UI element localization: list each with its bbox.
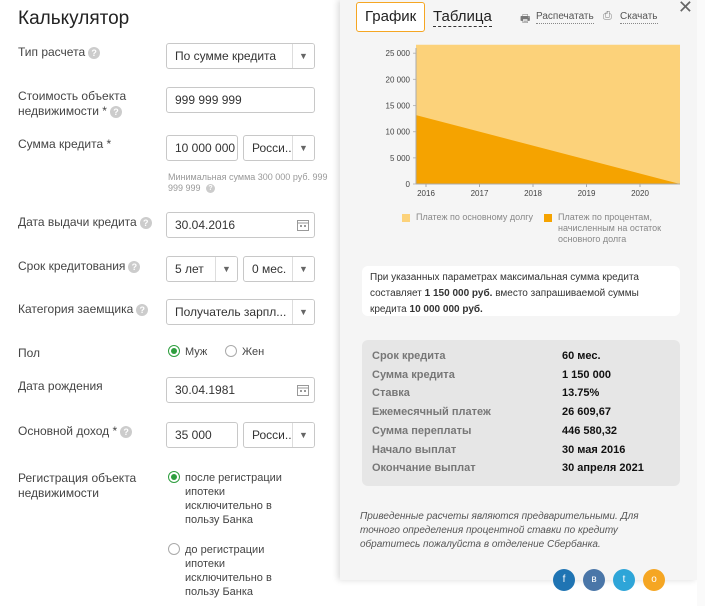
legend-interest-swatch [544, 214, 552, 222]
print-link[interactable]: Распечатать [536, 11, 594, 24]
y-tick-label: 25 000 [386, 49, 411, 58]
birth-date-label: Дата рождения [18, 379, 103, 393]
y-tick-label: 0 [406, 180, 411, 189]
x-tick-label: 2020 [631, 189, 649, 198]
chart-svg: 0 5 000 10 000 15 000 20 000 25 000 2016 2017 20… [386, 44, 680, 198]
chevron-down-icon: ▼ [292, 300, 314, 324]
chevron-down-icon: ▼ [292, 136, 314, 160]
calendar-icon[interactable] [292, 378, 314, 402]
calendar-icon[interactable] [292, 213, 314, 237]
property-cost-input[interactable]: 999 999 999 [166, 87, 315, 113]
chevron-down-icon: ▼ [292, 257, 314, 281]
help-icon[interactable]: ? [88, 46, 101, 59]
result-key: Ежемесячный платеж [372, 406, 491, 419]
help-icon[interactable]: ? [136, 303, 149, 316]
loan-sum-input[interactable]: 10 000 000 [166, 135, 238, 161]
results-panel: График Таблица 🖶 Распечатать ⎙ Скачать ✕… [340, 0, 697, 580]
gender-label: Пол [18, 346, 41, 360]
help-icon[interactable]: ? [128, 260, 141, 273]
vk-icon[interactable]: в [583, 569, 605, 591]
download-link[interactable]: Скачать [620, 11, 658, 24]
tab-chart[interactable]: График [356, 2, 426, 32]
result-value: 446 580,32 [562, 424, 618, 437]
issue-date-label: Дата выдачи кредита? [18, 215, 152, 230]
income-currency-select[interactable]: Росси... ▼ [243, 422, 315, 448]
income-label: Основной доход *? [18, 424, 133, 439]
help-icon[interactable]: ? [206, 184, 216, 194]
close-icon[interactable]: ✕ [678, 0, 693, 18]
result-key: Сумма переплаты [372, 424, 472, 437]
birth-date-input[interactable]: 30.04.1981 [166, 377, 315, 403]
help-icon[interactable]: ? [120, 425, 133, 438]
twitter-icon[interactable]: t [613, 569, 635, 591]
y-tick-label: 5 000 [390, 154, 411, 163]
result-key: Срок кредита [372, 350, 446, 362]
results-table: Срок кредита 60 мес. Сумма кредита 1 150 00… [362, 340, 680, 486]
tab-table[interactable]: Таблица [433, 8, 492, 27]
result-value: 13.75% [562, 387, 600, 400]
max-sum-info: При указанных параметрах максимальная су… [362, 266, 680, 316]
term-label: Срок кредитования? [18, 259, 141, 274]
calc-type-label: Тип расчета? [18, 45, 101, 60]
calculator-form: Калькулятор Тип расчета? По сумме кредит… [0, 0, 340, 606]
scrollbar[interactable] [697, 0, 705, 606]
result-value: 60 мес. [562, 350, 601, 362]
x-tick-label: 2019 [578, 189, 596, 198]
result-value: 26 609,67 [562, 406, 611, 419]
y-tick-label: 15 000 [386, 102, 411, 111]
chevron-down-icon: ▼ [292, 423, 314, 447]
property-cost-label: Стоимость объекта недвижимости *? [18, 89, 127, 118]
download-icon[interactable]: ⎙ [603, 10, 612, 23]
loan-sum-label: Сумма кредита * [18, 137, 112, 151]
borrower-category-select[interactable]: Получатель зарпл... ▼ [166, 299, 315, 325]
chevron-down-icon: ▼ [292, 44, 314, 68]
help-icon[interactable]: ? [109, 105, 122, 118]
y-tick-label: 10 000 [386, 128, 411, 137]
x-tick-label: 2016 [417, 189, 435, 198]
x-tick-label: 2018 [524, 189, 542, 198]
disclaimer: Приведенные расчеты являются предварител… [360, 511, 639, 550]
ok-icon[interactable]: о [643, 569, 665, 591]
issue-date-input[interactable]: 30.04.2016 [166, 212, 315, 238]
chevron-down-icon: ▼ [215, 257, 237, 281]
borrower-category-label: Категория заемщика? [18, 302, 149, 317]
result-value: 1 150 000 [562, 368, 611, 381]
result-value: 30 мая 2016 [562, 443, 626, 456]
x-tick-label: 2017 [471, 189, 489, 198]
page-title: Калькулятор [18, 8, 130, 29]
term-months-select[interactable]: 0 мес. ▼ [243, 256, 315, 282]
result-key: Ставка [372, 387, 410, 400]
legend-interest: Платеж по процентам, начисленным на оста… [558, 212, 662, 244]
print-icon[interactable]: 🖶 [520, 10, 530, 29]
income-input[interactable]: 35 000 [166, 422, 238, 448]
loan-currency-select[interactable]: Росси... ▼ [243, 135, 315, 161]
term-years-select[interactable]: 5 лет ▼ [166, 256, 238, 282]
calc-type-select[interactable]: По сумме кредита ▼ [166, 43, 315, 69]
result-key: Начало выплат [372, 443, 457, 456]
min-sum-hint: Минимальная сумма 300 000 руб. 999 999 9… [168, 172, 328, 194]
y-tick-label: 20 000 [386, 75, 411, 84]
result-key: Окончание выплат [372, 462, 476, 475]
registration-label: Регистрация объекта недвижимости [18, 471, 137, 500]
result-key: Сумма кредита [372, 368, 455, 381]
result-value: 30 апреля 2021 [562, 462, 644, 475]
facebook-icon[interactable]: f [553, 569, 575, 591]
help-icon[interactable]: ? [139, 216, 152, 229]
legend-principal-swatch [402, 214, 410, 222]
